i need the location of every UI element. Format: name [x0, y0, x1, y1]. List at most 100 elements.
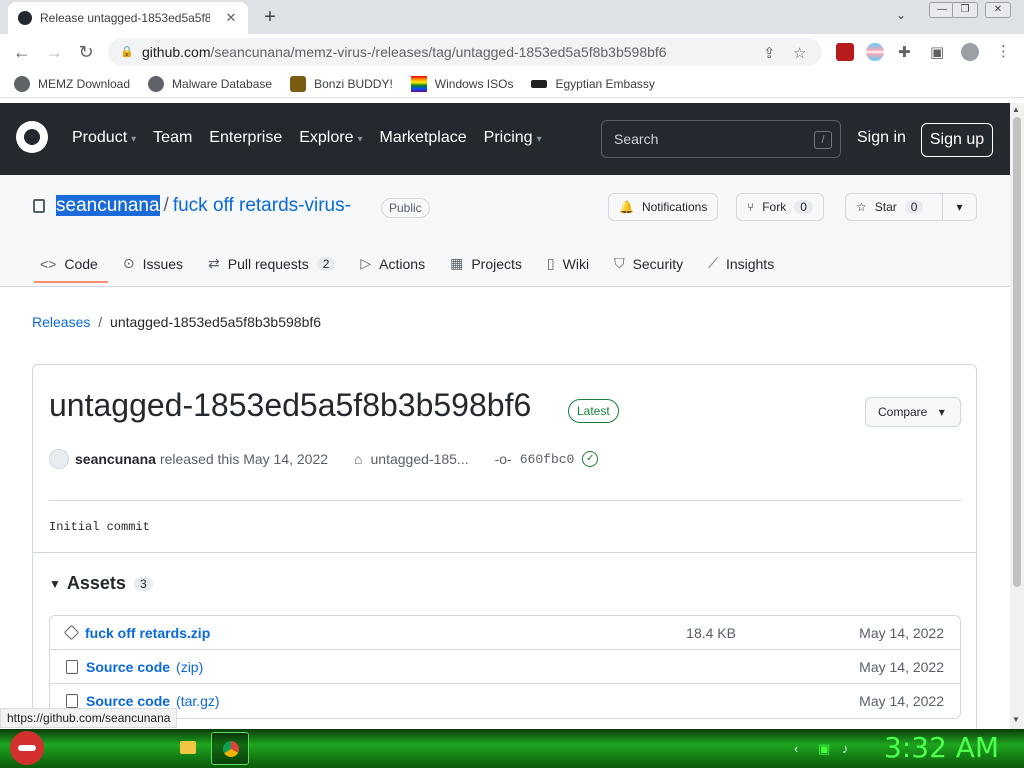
github-favicon-icon [18, 11, 32, 25]
extension-flag-icon[interactable] [866, 43, 884, 61]
bookmark-windows-isos[interactable]: Windows ISOs [410, 75, 513, 92]
bookmark-star-icon[interactable]: ☆ [793, 44, 806, 62]
asset-link[interactable]: Source code (zip) [86, 659, 203, 675]
bookmark-malware-db[interactable]: Malware Database [148, 75, 273, 92]
tag-icon: ⌂ [354, 451, 363, 467]
taskbar-clock[interactable]: 3:32 AM [884, 731, 999, 764]
author-avatar[interactable] [49, 449, 69, 469]
fork-count: 0 [794, 200, 813, 214]
new-tab-plus-icon[interactable]: + [258, 5, 282, 29]
taskbar-chrome[interactable] [211, 732, 249, 765]
tab-security[interactable]: ⛉ Security [614, 255, 683, 272]
tag-link[interactable]: untagged-185... [371, 451, 469, 467]
file-zip-icon [66, 694, 78, 708]
bookmark-bonzi[interactable]: Bonzi BUDDY! [290, 75, 393, 92]
reload-icon[interactable]: ↻ [74, 40, 98, 64]
nav-product[interactable]: Product ▾ [72, 129, 136, 147]
nav-label: Pricing [483, 129, 533, 146]
breadcrumb-current: untagged-1853ed5a5f8b3b598bf6 [110, 314, 322, 330]
tab-code[interactable]: <> Code [34, 255, 108, 283]
browser-tab-bar: Release untagged-1853ed5a5f8b3b598bf6 ✕ … [0, 0, 1024, 34]
tab-insights[interactable]: ⟋ Insights [708, 255, 774, 272]
github-header: Product ▾ Team Enterprise Explore ▾ Market… [0, 103, 1010, 175]
tab-projects[interactable]: ▦ Projects [450, 255, 522, 272]
globe-icon [148, 75, 165, 92]
sign-in-link[interactable]: Sign in [857, 129, 906, 147]
release-title[interactable]: untagged-1853ed5a5f8b3b598bf6 [49, 387, 531, 424]
extensions-puzzle-icon[interactable]: ✚ [898, 43, 911, 61]
release-card: untagged-1853ed5a5f8b3b598bf6 Latest Com… [32, 364, 977, 744]
profile-avatar-icon[interactable] [961, 43, 979, 61]
nav-marketplace[interactable]: Marketplace [380, 129, 467, 147]
tray-volume-icon[interactable]: ♪ [842, 741, 849, 756]
tab-pull-requests[interactable]: ⇄ Pull requests 2 [208, 255, 336, 272]
star-icon: ☆ [856, 200, 867, 214]
released-text: released this May 14, 2022 [159, 451, 329, 467]
start-button-angry-bird-icon[interactable] [10, 731, 44, 765]
notifications-button[interactable]: 🔔 Notifications [608, 193, 719, 221]
bookmark-egyptian-embassy[interactable]: Egyptian Embassy [531, 77, 655, 91]
commit-link[interactable]: 660fbc0 [520, 452, 575, 467]
bookmark-memz[interactable]: MEMZ Download [14, 75, 130, 92]
address-bar[interactable]: 🔒 github.com/seancunana/memz-virus-/rele… [108, 38, 822, 66]
shield-icon: ⛉ [614, 255, 625, 271]
url-host: github.com [142, 44, 211, 60]
tab-close-icon[interactable]: ✕ [222, 9, 240, 27]
scroll-up-icon[interactable]: ▲ [1012, 105, 1020, 114]
release-body: Initial commit [49, 520, 150, 534]
browser-tab-active[interactable]: Release untagged-1853ed5a5f8b3b598bf6 ✕ [8, 2, 248, 34]
tab-search-chevron-icon[interactable]: ⌄ [896, 8, 906, 22]
repo-name-link[interactable]: fuck off retards-virus- [173, 195, 351, 216]
nav-enterprise[interactable]: Enterprise [209, 129, 282, 147]
scroll-thumb[interactable] [1013, 117, 1021, 587]
restore-button[interactable]: ❐ [952, 2, 978, 18]
tray-network-icon[interactable]: ▣ [818, 741, 830, 757]
nav-team[interactable]: Team [153, 129, 192, 147]
asset-name: Source code [86, 658, 171, 675]
asset-link[interactable]: fuck off retards.zip [85, 625, 210, 641]
extension-shield-icon[interactable] [836, 43, 854, 61]
chevron-down-icon: ▾ [938, 405, 945, 419]
releases-link[interactable]: Releases [32, 314, 90, 330]
taskbar-explorer[interactable] [170, 732, 208, 765]
star-button[interactable]: ☆ Star 0 [845, 193, 943, 221]
table-icon: ▦ [450, 255, 464, 271]
page-scrollbar[interactable]: ▲ ▼ [1010, 103, 1024, 729]
sign-up-button[interactable]: Sign up [921, 123, 993, 157]
breadcrumb: Releases / untagged-1853ed5a5f8b3b598bf6 [32, 314, 321, 330]
share-icon[interactable]: ⇪ [763, 44, 776, 62]
menu-dots-icon[interactable]: ⋮ [996, 42, 1011, 60]
fork-button[interactable]: ⑂ Fork 0 [736, 193, 824, 221]
github-search-input[interactable]: Search / [601, 120, 841, 158]
asset-date: May 14, 2022 [859, 658, 944, 675]
assets-header[interactable]: ▼ Assets 3 [49, 573, 153, 594]
side-panel-icon[interactable]: ▣ [930, 43, 944, 61]
compare-button[interactable]: Compare ▾ [865, 397, 961, 427]
nav-pricing[interactable]: Pricing ▾ [484, 129, 542, 147]
asset-link[interactable]: Source code (tar.gz) [86, 693, 220, 709]
back-arrow-icon[interactable]: ← [10, 40, 34, 64]
author-link[interactable]: seancunana [75, 451, 156, 467]
tab-label: Security [632, 255, 684, 272]
tab-actions[interactable]: ▷ Actions [360, 255, 425, 272]
bookmark-label: Malware Database [172, 76, 273, 91]
repo-owner-link[interactable]: seancunana [56, 195, 160, 216]
star-dropdown-button[interactable]: ▾ [942, 193, 977, 221]
code-icon: <> [40, 255, 57, 272]
forward-arrow-icon[interactable]: → [42, 40, 66, 64]
close-window-button[interactable]: ✕ [985, 2, 1011, 18]
commit-icon: -o- [494, 451, 512, 467]
github-logo-icon[interactable] [16, 121, 48, 153]
pull-request-icon: ⇄ [208, 255, 220, 271]
search-placeholder: Search [614, 131, 659, 147]
tray-chevron-icon[interactable]: ‹ [794, 741, 798, 756]
triangle-down-icon: ▼ [49, 576, 61, 591]
tab-issues[interactable]: ⊙ Issues [123, 255, 183, 272]
scroll-down-icon[interactable]: ▼ [1012, 715, 1020, 724]
repo-header: seancunana / fuck off retards-virus- Publi… [0, 175, 1010, 287]
tab-wiki[interactable]: ▯ Wiki [547, 255, 589, 272]
nav-explore[interactable]: Explore ▾ [299, 129, 362, 147]
book-icon: ▯ [546, 255, 555, 271]
taskbar: ‹ ▣ ♪ 3:32 AM [0, 729, 1024, 768]
bookmark-label: Bonzi BUDDY! [314, 76, 393, 91]
